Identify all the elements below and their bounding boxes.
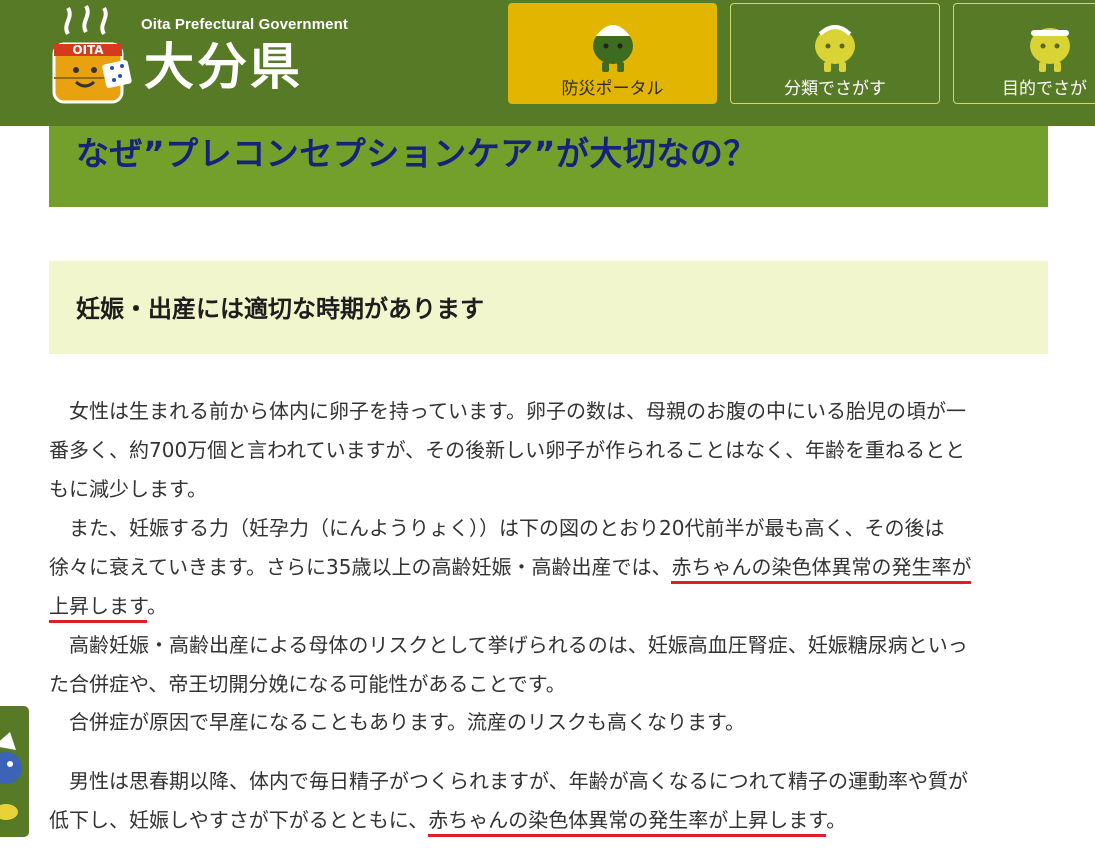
purpose-mascot-icon (1030, 28, 1070, 72)
paragraph-text: 低下し、妊娠しやすさが下がるとともに、 (49, 808, 429, 832)
highlighted-text: 赤ちゃんの染色体異常の発生率が上昇します (428, 808, 827, 837)
side-mascot-widget[interactable] (0, 706, 29, 837)
paragraph-line: 低下し、妊娠しやすさが下がるとともに、赤ちゃんの染色体異常の発生率が上昇します。 (49, 807, 847, 837)
nav-disaster-portal-label: 防災ポータル (561, 79, 664, 99)
disaster-mascot-icon (592, 25, 633, 72)
paragraph-line: 高齢妊娠・高齢出産による母体のリスクとして挙げられるのは、妊娠高血圧腎症、妊娠糖… (49, 633, 968, 657)
section-heading: 妊娠・出産には適切な時期があります (76, 295, 484, 323)
paragraph-line: 合併症が原因で早産になることもあります。流産のリスクも高くなります。 (49, 710, 745, 734)
nav-purpose-search-button[interactable]: 目的でさが (953, 3, 1095, 104)
paragraph-line: また、妊娠する力（妊孕力（にんようりょく））は下の図のとおり20代前半が最も高く… (49, 516, 945, 540)
org-name-english: Oita Prefectural Government (141, 16, 348, 33)
nav-category-search-button[interactable]: 分類でさがす (730, 3, 940, 104)
paragraph-text: 。 (147, 594, 167, 618)
highlighted-text: 赤ちゃんの染色体異常の発生率が (671, 555, 972, 584)
nav-category-search-label: 分類でさがす (784, 79, 886, 99)
paragraph-text: 。 (826, 808, 847, 832)
paragraph-line: 女性は生まれる前から体内に卵子を持っています。卵子の数は、母親のお腹の中にいる胎… (49, 399, 966, 423)
paragraph-line: 上昇します。 (49, 593, 167, 623)
paragraph-line: 徐々に衰えていきます。さらに35歳以上の高齢妊娠・高齢出産では、赤ちゃんの染色体… (49, 554, 972, 584)
category-mascot-icon (815, 25, 855, 72)
page-title-band: なぜ”プレコンセプションケア”が大切なの？ (49, 112, 1048, 207)
section-heading-box: 妊娠・出産には適切な時期があります (49, 261, 1048, 354)
highlighted-text: 上昇します (49, 594, 147, 623)
onsen-mascot-logo-icon: OITA (52, 4, 132, 104)
page-title: なぜ”プレコンセプションケア”が大切なの？ (76, 134, 757, 173)
org-name-japanese: 大分県 (144, 38, 303, 96)
paragraph-line: 男性は思春期以降、体内で毎日精子がつくられますが、年齢が高くなるにつれて精子の運… (49, 769, 968, 793)
nav-disaster-portal-button[interactable]: 防災ポータル (508, 3, 717, 104)
paragraph-line: 番多く、約700万個と言われていますが、その後新しい卵子が作られることはなく、年… (49, 438, 966, 462)
paragraph-line: た合併症や、帝王切開分娩になる可能性があることです。 (49, 672, 566, 696)
site-header: OITA Oita Prefectural Government 大分県 防災ポ… (0, 0, 1095, 126)
nav-purpose-search-label: 目的でさが (1002, 79, 1087, 99)
paragraph-text: 徐々に衰えていきます。さらに35歳以上の高齢妊娠・高齢出産では、 (49, 555, 672, 579)
svg-text:OITA: OITA (72, 43, 104, 57)
oita-logo-link[interactable]: OITA Oita Prefectural Government 大分県 (48, 4, 348, 108)
paragraph-line: もに減少します。 (49, 477, 207, 501)
mascot-character-icon (0, 732, 22, 820)
